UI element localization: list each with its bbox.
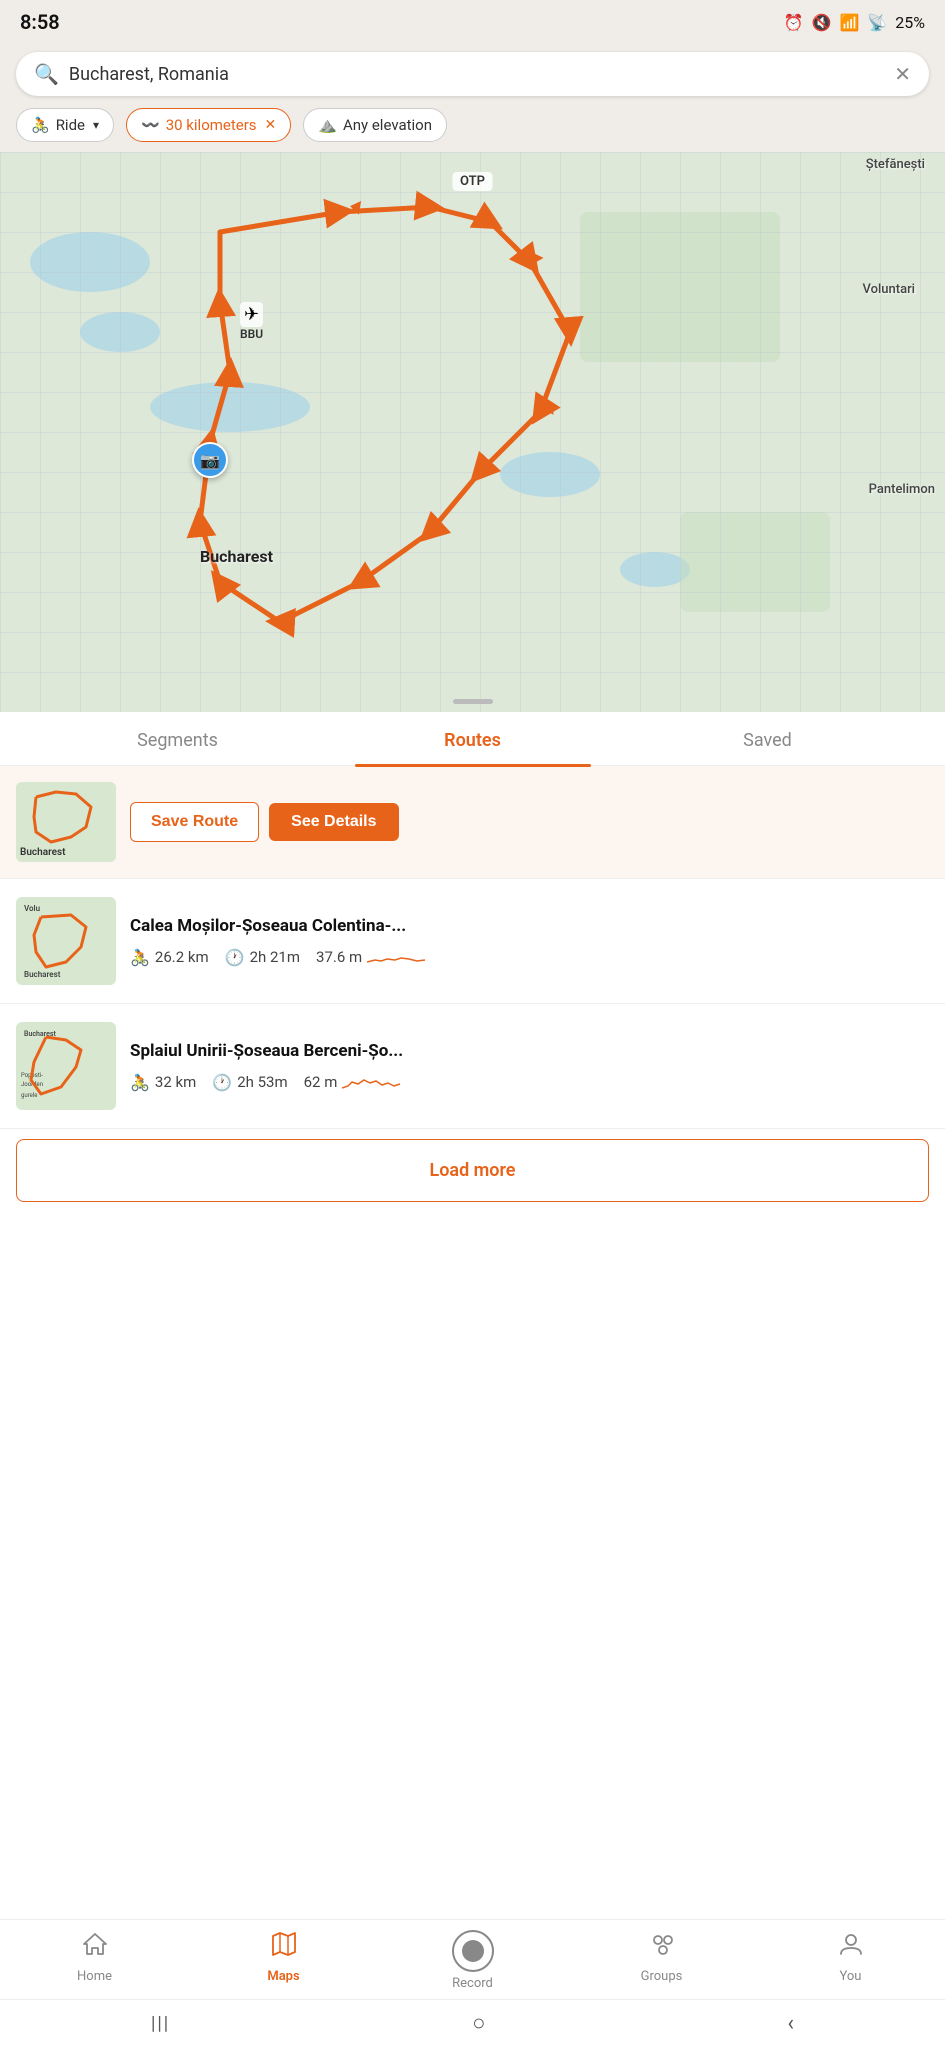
route1-stats: 🚴 26.2 km 🕐 2h 21m 37.6 m xyxy=(130,947,929,967)
clock-icon: 🕐 xyxy=(225,948,245,967)
route2-elevation: 62 m xyxy=(304,1072,403,1092)
route2-thumb: Bucharest Popesti- Joorden gurele xyxy=(16,1022,116,1110)
route1-distance: 🚴 26.2 km xyxy=(130,948,209,967)
route2-distance: 🚴 32 km xyxy=(130,1073,196,1092)
pantelimon-label: Pantelimon xyxy=(869,482,935,497)
elevation-chart-2 xyxy=(342,1072,402,1092)
route-card-buttons: Save Route See Details xyxy=(130,802,399,842)
route-item[interactable]: Volu Bucharest Calea Moșilor-Șoseaua Col… xyxy=(0,879,945,1004)
alarm-icon: ⏰ xyxy=(784,13,804,32)
groups-icon xyxy=(648,1930,676,1965)
drag-handle-wrap xyxy=(0,704,945,712)
elevation-chart-1 xyxy=(367,947,427,967)
elevation-filter[interactable]: ⛰️ Any elevation xyxy=(303,108,447,142)
bike-stat-icon2: 🚴 xyxy=(130,1073,150,1092)
record-nav-label: Record xyxy=(452,1976,493,1991)
home-icon xyxy=(81,1930,109,1965)
you-nav-label: You xyxy=(840,1969,862,1984)
clock-icon2: 🕐 xyxy=(212,1073,232,1092)
bike-icon: 🚴 xyxy=(31,116,50,134)
route1-info: Calea Moșilor-Șoseaua Colentina-... 🚴 26… xyxy=(130,915,929,967)
system-nav: ||| ○ ‹ xyxy=(0,1999,945,2048)
search-input[interactable]: Bucharest, Romania xyxy=(69,64,884,85)
nav-record[interactable]: Record xyxy=(433,1930,513,1991)
ride-chevron-icon: ▾ xyxy=(93,118,99,132)
record-icon xyxy=(452,1930,494,1972)
route2-name: Splaiul Unirii-Șoseaua Berceni-Șo... xyxy=(130,1040,929,1062)
load-more-label: Load more xyxy=(429,1160,515,1181)
status-time: 8:58 xyxy=(20,10,60,34)
status-bar: 8:58 ⏰ 🔇 📶 📡 25% xyxy=(0,0,945,44)
you-icon xyxy=(837,1930,865,1965)
maps-icon xyxy=(270,1930,298,1965)
route1-elevation: 37.6 m xyxy=(316,947,427,967)
route1-duration: 🕐 2h 21m xyxy=(225,948,300,967)
search-clear-button[interactable]: ✕ xyxy=(894,62,911,86)
search-bar[interactable]: 🔍 Bucharest, Romania ✕ xyxy=(16,52,929,96)
svg-text:Bucharest: Bucharest xyxy=(24,970,61,979)
record-dot xyxy=(462,1940,484,1962)
groups-nav-label: Groups xyxy=(641,1969,683,1984)
maps-nav-label: Maps xyxy=(267,1969,299,1984)
nav-groups[interactable]: Groups xyxy=(622,1930,702,1991)
filter-bar: 🚴 Ride ▾ 〰️ 30 kilometers ✕ ⛰️ Any eleva… xyxy=(0,108,945,152)
elevation-filter-label: Any elevation xyxy=(343,116,432,134)
wifi-icon: 📶 xyxy=(839,13,859,32)
nav-maps[interactable]: Maps xyxy=(244,1930,324,1991)
map-area[interactable]: OTP ✈ BBU 📷 Bucharest Voluntari Pantelim… xyxy=(0,152,945,712)
search-icon: 🔍 xyxy=(34,62,59,86)
nav-items: Home Maps Record xyxy=(0,1920,945,1999)
tab-saved[interactable]: Saved xyxy=(620,712,915,765)
bottom-spacer xyxy=(0,1212,945,1372)
status-icons: ⏰ 🔇 📶 📡 25% xyxy=(784,13,925,32)
route1-name: Calea Moșilor-Șoseaua Colentina-... xyxy=(130,915,929,937)
save-route-button[interactable]: Save Route xyxy=(130,802,259,842)
distance-filter[interactable]: 〰️ 30 kilometers ✕ xyxy=(126,108,291,142)
bottom-nav: Home Maps Record xyxy=(0,1919,945,2048)
battery-text: 25% xyxy=(895,13,925,32)
distance-filter-label: 30 kilometers xyxy=(166,116,257,134)
signal-icon: 📡 xyxy=(867,13,887,32)
ride-filter[interactable]: 🚴 Ride ▾ xyxy=(16,108,114,142)
nav-home[interactable]: Home xyxy=(55,1930,135,1991)
nav-you[interactable]: You xyxy=(811,1930,891,1991)
route2-duration: 🕐 2h 53m xyxy=(212,1073,287,1092)
route2-info: Splaiul Unirii-Șoseaua Berceni-Șo... 🚴 3… xyxy=(130,1040,929,1092)
recent-apps-button[interactable]: ||| xyxy=(151,2013,170,2034)
route-overlay xyxy=(0,152,945,712)
route1-thumb: Volu Bucharest xyxy=(16,897,116,985)
stefanesti-label: Ștefănești xyxy=(866,157,925,172)
see-details-button[interactable]: See Details xyxy=(269,803,398,841)
tab-segments[interactable]: Segments xyxy=(30,712,325,765)
top-route-thumb: Bucharest xyxy=(16,782,116,862)
route2-stats: 🚴 32 km 🕐 2h 53m 62 m xyxy=(130,1072,929,1092)
back-button[interactable]: ‹ xyxy=(787,2011,794,2036)
distance-filter-close-icon[interactable]: ✕ xyxy=(265,117,277,133)
routes-list: Bucharest Save Route See Details Volu Bu… xyxy=(0,766,945,1372)
route-item[interactable]: Bucharest Popesti- Joorden gurele Splaiu… xyxy=(0,1004,945,1129)
svg-text:gurele: gurele xyxy=(21,1092,37,1099)
ride-filter-label: Ride xyxy=(56,116,85,134)
elevation-icon: ⛰️ xyxy=(318,116,337,134)
home-button[interactable]: ○ xyxy=(472,2010,485,2036)
bike-stat-icon: 🚴 xyxy=(130,948,150,967)
tabs: Segments Routes Saved xyxy=(0,712,945,766)
search-container: 🔍 Bucharest, Romania ✕ xyxy=(0,44,945,108)
top-route-card: Bucharest Save Route See Details xyxy=(0,766,945,879)
voluntari-label: Voluntari xyxy=(862,282,915,297)
tab-routes[interactable]: Routes xyxy=(325,712,620,765)
city-label: Bucharest xyxy=(200,547,273,566)
camera-icon: 📷 xyxy=(200,451,220,470)
mute-icon: 🔇 xyxy=(812,13,832,32)
home-nav-label: Home xyxy=(77,1969,112,1984)
load-more-button[interactable]: Load more xyxy=(16,1139,929,1202)
svg-text:Volu: Volu xyxy=(24,904,41,913)
camera-pin[interactable]: 📷 xyxy=(192,442,228,478)
top-route-thumb-label: Bucharest xyxy=(20,847,65,858)
distance-icon: 〰️ xyxy=(141,116,160,134)
drag-handle xyxy=(453,699,493,704)
